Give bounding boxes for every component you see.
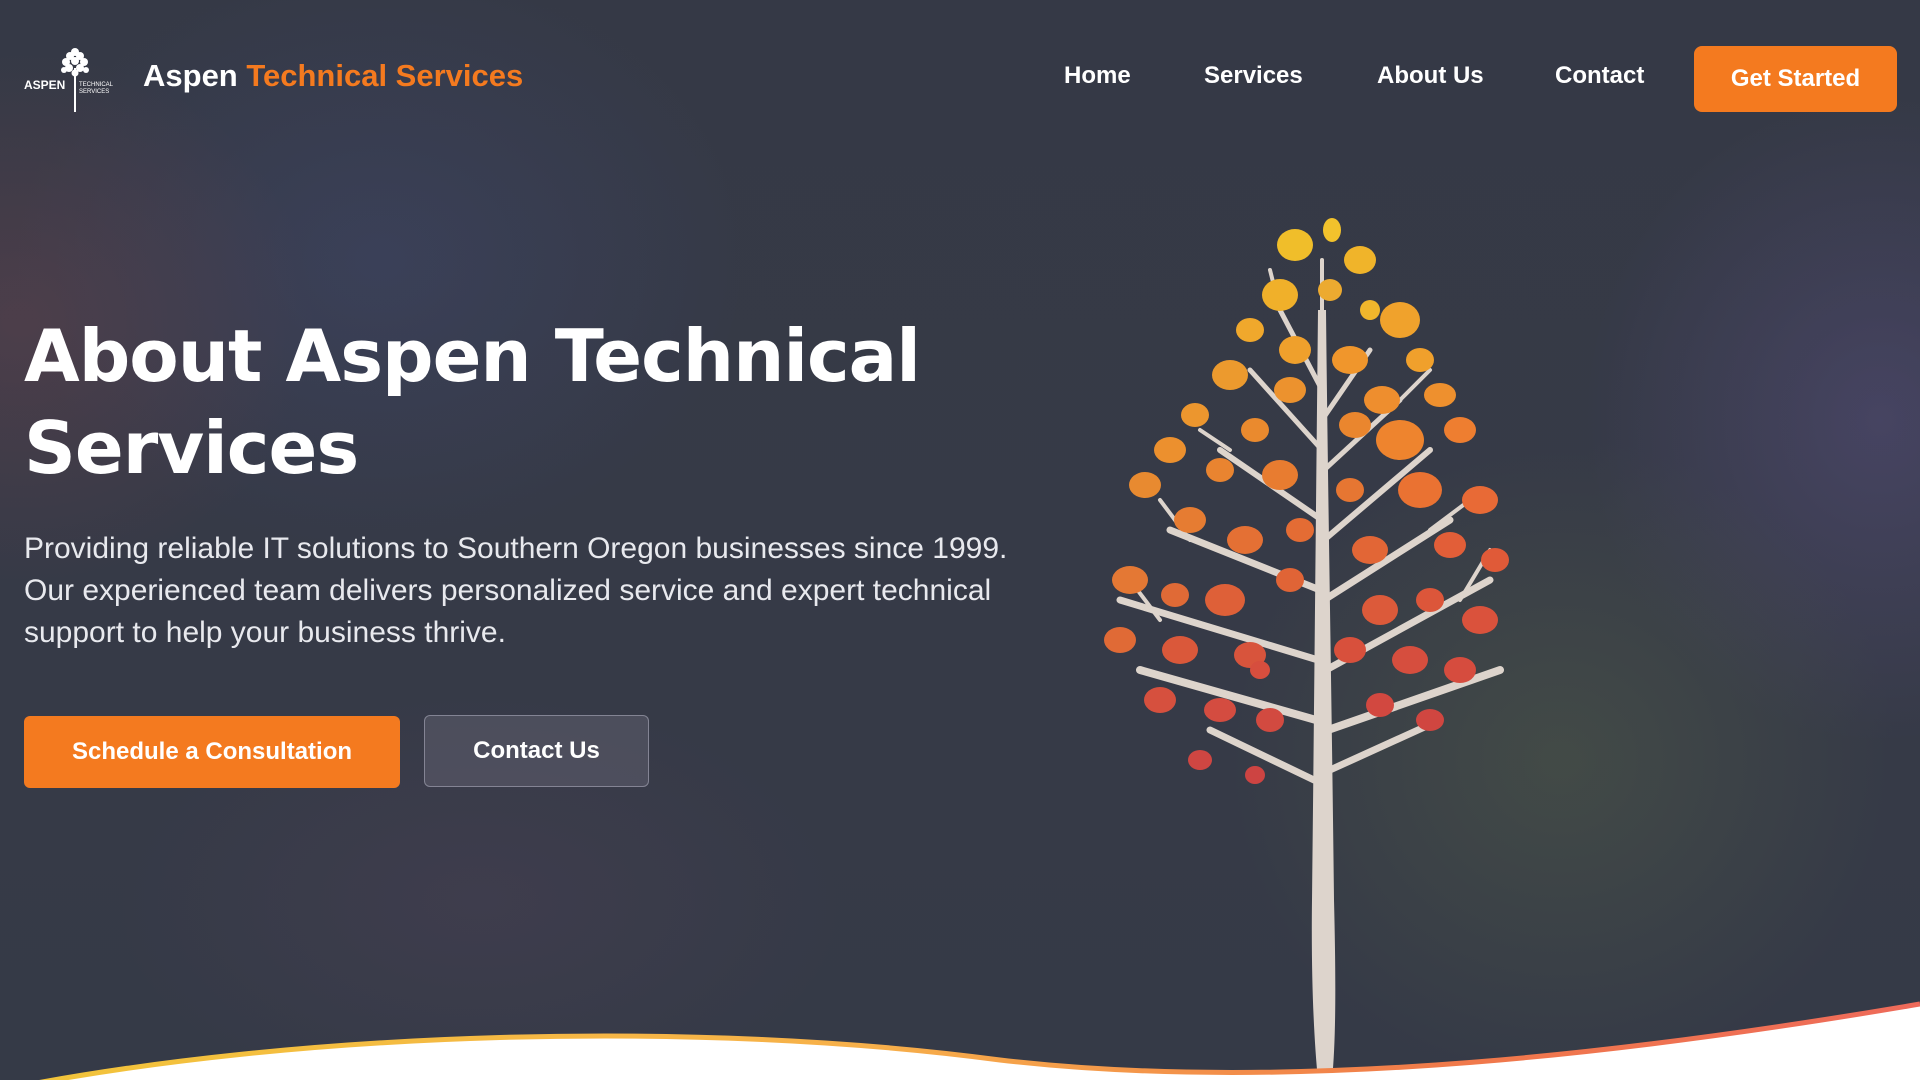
hero-description: Providing reliable IT solutions to South…	[24, 532, 1008, 649]
page-title: About Aspen Technical Services	[24, 314, 921, 490]
nav-home[interactable]: Home	[1064, 62, 1131, 90]
brand-link[interactable]: Aspen Technical Services	[143, 58, 523, 94]
logo-wordmark: ASPEN	[24, 78, 65, 92]
logo-sub-line2: SERVICES	[79, 89, 109, 95]
aspen-tree-illustration	[1104, 218, 1509, 1080]
get-started-button[interactable]: Get Started	[1694, 46, 1897, 112]
brand-primary: Aspen	[143, 58, 238, 93]
schedule-consultation-button[interactable]: Schedule a Consultation	[24, 716, 400, 788]
logo-sub-line1: TECHNICAL	[79, 82, 114, 88]
site-header: ASPEN TECHNICAL SERVICES Aspen Technical…	[0, 0, 1920, 156]
nav-services[interactable]: Services	[1204, 62, 1303, 90]
nav-about-us[interactable]: About Us	[1377, 62, 1484, 90]
bottom-wave-divider	[0, 1001, 1920, 1080]
contact-us-button[interactable]: Contact Us	[424, 715, 649, 787]
brand-accent: Technical Services	[246, 58, 524, 93]
aspen-tree-logo-icon[interactable]: ASPEN TECHNICAL SERVICES	[24, 42, 126, 114]
nav-contact[interactable]: Contact	[1555, 62, 1644, 90]
